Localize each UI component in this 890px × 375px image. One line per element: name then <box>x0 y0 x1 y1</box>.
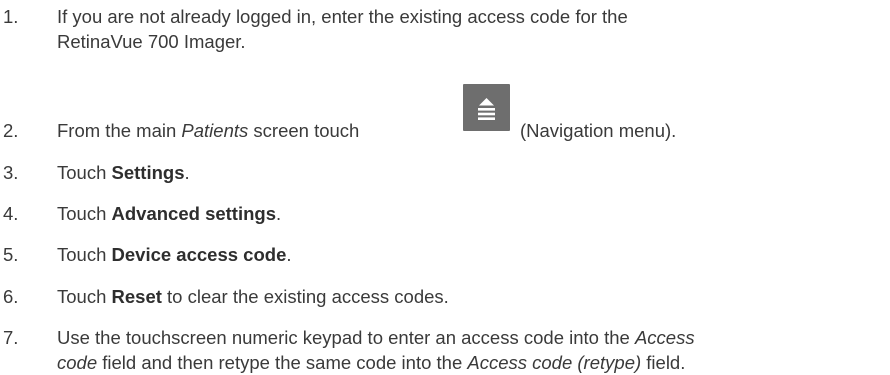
device-access-code-label: Device access code <box>111 244 287 265</box>
settings-label: Settings <box>111 162 185 183</box>
step-text-segment: Touch <box>57 244 112 265</box>
step-text-segment: to clear the existing access codes. <box>161 286 449 307</box>
patients-screen-name: Patients <box>181 120 249 141</box>
step-number: 6. <box>3 286 19 307</box>
step-text-segment: Touch <box>57 162 112 183</box>
step-text: Touch Reset to clear the existing access… <box>57 284 886 309</box>
step-text-segment: screen touch <box>248 120 360 141</box>
step-number: 3. <box>3 162 19 183</box>
step-number: 1. <box>3 6 19 27</box>
step-text: Touch Settings. <box>57 160 886 185</box>
step-number: 2. <box>3 120 19 141</box>
step-text: From the main Patients screen touch <box>57 118 886 143</box>
reset-label: Reset <box>111 286 162 307</box>
step-text-segment: . <box>276 203 282 224</box>
step-text-line: Use the touchscreen numeric keypad to en… <box>57 325 886 350</box>
access-code-retype-field-name: Access code (retype) <box>467 352 642 373</box>
step-text-segment: . <box>286 244 292 265</box>
step-text-segment: Touch <box>57 203 112 224</box>
step-text-segment: Use the touchscreen numeric keypad to en… <box>57 327 635 348</box>
step-number: 5. <box>3 244 19 265</box>
access-code-field-name: Access <box>634 327 695 348</box>
step-text-line: RetinaVue 700 Imager. <box>57 31 246 52</box>
step-text-segment: Touch <box>57 286 112 307</box>
step-number: 4. <box>3 203 19 224</box>
navigation-menu-caption: (Navigation menu). <box>520 120 677 141</box>
step-text-segment: . <box>184 162 190 183</box>
step-text: Touch Device access code. <box>57 242 886 267</box>
step-number: 7. <box>3 327 19 348</box>
step-text: Use the touchscreen numeric keypad to en… <box>57 325 886 375</box>
step-text-line: code field and then retype the same code… <box>57 350 886 375</box>
step-text-segment: field and then retype the same code into… <box>97 352 468 373</box>
access-code-field-name: code <box>57 352 98 373</box>
advanced-settings-label: Advanced settings <box>111 203 277 224</box>
step-text-line: If you are not already logged in, enter … <box>57 6 628 27</box>
step-text: Touch Advanced settings. <box>57 201 886 226</box>
step-text: If you are not already logged in, enter … <box>57 4 886 54</box>
step-text-segment: field. <box>641 352 686 373</box>
step-text-segment: From the main <box>57 120 182 141</box>
